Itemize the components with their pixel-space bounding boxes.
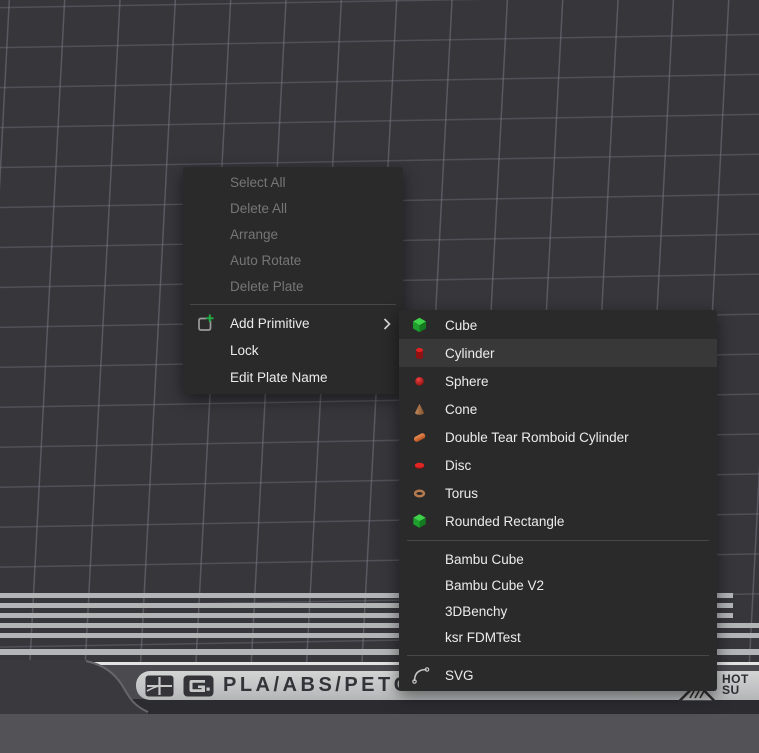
submenu-item-bambu-cube[interactable]: Bambu Cube [399, 546, 717, 572]
slicer-viewport[interactable]: PLA/ABS/PETG HOT SU Select All Delete Al… [0, 0, 759, 753]
context-menu-item-select-all[interactable]: Select All [183, 169, 403, 195]
context-menu-item-add-primitive[interactable]: Add Primitive [183, 310, 403, 337]
plate-corner-wedge [0, 660, 160, 720]
menu-separator [407, 655, 709, 656]
context-menu-item-edit-plate-name[interactable]: Edit Plate Name [183, 364, 403, 391]
context-menu-item-arrange[interactable]: Arrange [183, 221, 403, 247]
double-tear-romboid-cylinder-icon [411, 429, 428, 446]
context-menu-item-auto-rotate[interactable]: Auto Rotate [183, 247, 403, 273]
submenu-item-ksr-fdmtest[interactable]: ksr FDMTest [399, 624, 717, 650]
add-primitive-submenu: Cube Cylinder Sphere [399, 310, 717, 691]
bezier-curve-icon [411, 665, 431, 685]
chevron-right-icon [383, 317, 391, 330]
context-menu-item-delete-plate[interactable]: Delete Plate [183, 273, 403, 299]
torus-icon [411, 485, 428, 502]
cone-icon [411, 401, 428, 418]
submenu-item-cylinder[interactable]: Cylinder [399, 339, 717, 367]
add-primitive-icon [194, 313, 216, 335]
cylinder-icon [411, 345, 428, 362]
submenu-item-sphere[interactable]: Sphere [399, 367, 717, 395]
submenu-item-cone[interactable]: Cone [399, 395, 717, 423]
submenu-item-bambu-cube-v2[interactable]: Bambu Cube V2 [399, 572, 717, 598]
plate-material-label: PLA/ABS/PETG [223, 674, 413, 697]
cube-icon [411, 317, 428, 334]
context-menu-item-delete-all[interactable]: Delete All [183, 195, 403, 221]
hot-surface-label-line2: SU [722, 685, 749, 696]
plate-front-shadow [128, 699, 759, 714]
submenu-item-rounded-rectangle[interactable]: Rounded Rectangle [399, 507, 717, 535]
submenu-item-3dbenchy[interactable]: 3DBenchy [399, 598, 717, 624]
submenu-item-cube[interactable]: Cube [399, 311, 717, 339]
g-badge-icon [183, 675, 214, 697]
context-menu: Select All Delete All Arrange Auto Rotat… [183, 167, 403, 394]
menu-separator [407, 540, 709, 541]
menu-separator [190, 304, 396, 305]
rounded-rectangle-icon [411, 513, 428, 530]
submenu-item-svg[interactable]: SVG [399, 661, 717, 689]
hot-surface-label: HOT SU [722, 674, 749, 696]
submenu-item-torus[interactable]: Torus [399, 479, 717, 507]
context-menu-item-lock[interactable]: Lock [183, 337, 403, 364]
disc-icon [411, 457, 428, 474]
submenu-item-double-tear-romboid-cylinder[interactable]: Double Tear Romboid Cylinder [399, 423, 717, 451]
sphere-icon [411, 373, 428, 390]
submenu-item-disc[interactable]: Disc [399, 451, 717, 479]
